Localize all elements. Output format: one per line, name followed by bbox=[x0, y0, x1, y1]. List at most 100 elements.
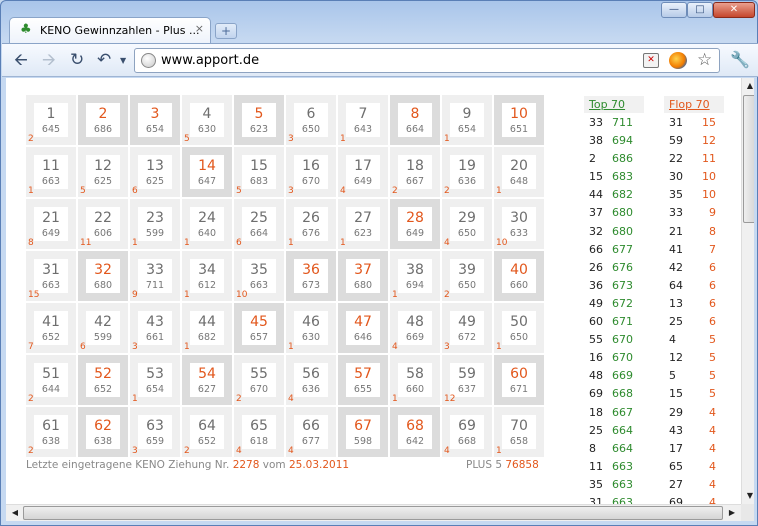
keno-cell[interactable]: 61 638 2 bbox=[26, 407, 76, 457]
keno-cell[interactable]: 64 652 2 bbox=[182, 407, 232, 457]
keno-cell[interactable]: 53 654 1 bbox=[130, 355, 180, 405]
keno-cell[interactable]: 41 652 7 bbox=[26, 303, 76, 353]
keno-cell[interactable]: 27 623 1 bbox=[338, 199, 388, 249]
extension-icon[interactable] bbox=[669, 52, 687, 69]
keno-cell[interactable]: 6 650 3 bbox=[286, 95, 336, 145]
keno-cell[interactable]: 34 612 1 bbox=[182, 251, 232, 301]
keno-cell[interactable]: 22 606 11 bbox=[78, 199, 128, 249]
keno-cell[interactable]: 7 643 1 bbox=[338, 95, 388, 145]
url-text[interactable]: www.apport.de bbox=[161, 53, 259, 68]
scroll-down-icon[interactable]: ▼ bbox=[742, 488, 754, 504]
keno-cell[interactable]: 60 671 bbox=[494, 355, 544, 405]
keno-cell[interactable]: 28 649 bbox=[390, 199, 440, 249]
cell-number: 13 bbox=[146, 158, 164, 174]
keno-cell[interactable]: 65 618 4 bbox=[234, 407, 284, 457]
keno-cell[interactable]: 38 694 1 bbox=[390, 251, 440, 301]
address-bar[interactable]: www.apport.de ✕ ☆ bbox=[134, 48, 720, 73]
keno-cell[interactable]: 16 670 3 bbox=[286, 147, 336, 197]
blocked-content-icon[interactable]: ✕ bbox=[643, 53, 659, 68]
keno-cell[interactable]: 52 652 bbox=[78, 355, 128, 405]
flop-list-title[interactable]: Flop 70 bbox=[664, 96, 724, 113]
keno-cell[interactable]: 57 655 bbox=[338, 355, 388, 405]
scroll-left-icon[interactable]: ◀ bbox=[8, 505, 22, 521]
keno-cell[interactable]: 18 667 2 bbox=[390, 147, 440, 197]
keno-cell[interactable]: 8 664 bbox=[390, 95, 440, 145]
keno-cell[interactable]: 10 651 bbox=[494, 95, 544, 145]
keno-cell[interactable]: 26 676 1 bbox=[286, 199, 336, 249]
keno-cell[interactable]: 44 682 1 bbox=[182, 303, 232, 353]
keno-cell[interactable]: 59 637 12 bbox=[442, 355, 492, 405]
keno-cell[interactable]: 3 654 bbox=[130, 95, 180, 145]
keno-cell[interactable]: 54 627 bbox=[182, 355, 232, 405]
maximize-icon[interactable]: □ bbox=[687, 2, 713, 18]
keno-cell[interactable]: 45 657 bbox=[234, 303, 284, 353]
list-number: 32 bbox=[589, 224, 603, 238]
keno-cell[interactable]: 29 650 4 bbox=[442, 199, 492, 249]
list-count: 6 bbox=[709, 315, 716, 329]
keno-cell[interactable]: 23 599 1 bbox=[130, 199, 180, 249]
keno-cell[interactable]: 49 672 3 bbox=[442, 303, 492, 353]
keno-cell[interactable]: 36 673 bbox=[286, 251, 336, 301]
keno-cell[interactable]: 37 680 bbox=[338, 251, 388, 301]
back-arrow-icon[interactable]: 🡨 bbox=[14, 51, 28, 69]
keno-cell[interactable]: 66 677 4 bbox=[286, 407, 336, 457]
keno-cell[interactable]: 69 668 4 bbox=[442, 407, 492, 457]
keno-cell[interactable]: 11 663 1 bbox=[26, 147, 76, 197]
scroll-right-icon[interactable]: ▶ bbox=[725, 505, 739, 521]
chevron-down-icon[interactable]: ▼ bbox=[120, 56, 126, 65]
keno-cell[interactable]: 13 625 6 bbox=[130, 147, 180, 197]
forward-arrow-icon[interactable]: 🡪 bbox=[42, 51, 56, 69]
keno-cell[interactable]: 12 625 5 bbox=[78, 147, 128, 197]
keno-cell[interactable]: 39 650 2 bbox=[442, 251, 492, 301]
keno-cell[interactable]: 35 663 10 bbox=[234, 251, 284, 301]
keno-cell[interactable]: 30 633 10 bbox=[494, 199, 544, 249]
keno-cell[interactable]: 17 649 4 bbox=[338, 147, 388, 197]
keno-cell[interactable]: 47 646 bbox=[338, 303, 388, 353]
keno-cell[interactable]: 9 654 1 bbox=[442, 95, 492, 145]
keno-cell[interactable]: 67 598 bbox=[338, 407, 388, 457]
keno-cell[interactable]: 33 711 9 bbox=[130, 251, 180, 301]
wrench-icon[interactable]: 🔧 bbox=[730, 50, 750, 69]
tab-close-icon[interactable]: × bbox=[195, 23, 204, 35]
new-tab-button[interactable]: + bbox=[215, 23, 237, 39]
keno-cell[interactable]: 32 680 bbox=[78, 251, 128, 301]
keno-cell[interactable]: 15 683 5 bbox=[234, 147, 284, 197]
undo-icon[interactable]: ↶ bbox=[97, 51, 111, 69]
keno-cell[interactable]: 24 640 1 bbox=[182, 199, 232, 249]
keno-cell[interactable]: 62 638 bbox=[78, 407, 128, 457]
horizontal-scrollbar[interactable]: ◀ ▶ bbox=[6, 504, 741, 521]
keno-cell[interactable]: 51 644 2 bbox=[26, 355, 76, 405]
window-close-icon[interactable]: ✕ bbox=[713, 2, 755, 18]
keno-cell[interactable]: 68 642 bbox=[390, 407, 440, 457]
keno-cell[interactable]: 43 661 3 bbox=[130, 303, 180, 353]
keno-cell[interactable]: 5 623 bbox=[234, 95, 284, 145]
keno-cell[interactable]: 42 599 6 bbox=[78, 303, 128, 353]
vertical-scroll-thumb[interactable] bbox=[743, 95, 754, 223]
keno-cell[interactable]: 31 663 15 bbox=[26, 251, 76, 301]
keno-cell[interactable]: 1 645 2 bbox=[26, 95, 76, 145]
keno-cell[interactable]: 70 658 1 bbox=[494, 407, 544, 457]
keno-cell[interactable]: 21 649 8 bbox=[26, 199, 76, 249]
keno-cell[interactable]: 63 659 3 bbox=[130, 407, 180, 457]
keno-cell[interactable]: 58 660 1 bbox=[390, 355, 440, 405]
minimize-icon[interactable]: — bbox=[661, 2, 687, 18]
keno-cell[interactable]: 2 686 bbox=[78, 95, 128, 145]
vertical-scrollbar[interactable]: ▲ ▼ bbox=[741, 78, 754, 504]
browser-tab[interactable]: ♣ KENO Gewinnzahlen - Plus ... × bbox=[9, 17, 211, 43]
keno-cell[interactable]: 14 647 bbox=[182, 147, 232, 197]
keno-cell[interactable]: 20 648 1 bbox=[494, 147, 544, 197]
keno-cell[interactable]: 4 630 5 bbox=[182, 95, 232, 145]
top-list-title[interactable]: Top 70 bbox=[584, 96, 644, 113]
keno-cell[interactable]: 40 660 bbox=[494, 251, 544, 301]
keno-cell[interactable]: 48 669 4 bbox=[390, 303, 440, 353]
bookmark-star-icon[interactable]: ☆ bbox=[697, 50, 712, 70]
reload-icon[interactable]: ↻ bbox=[70, 51, 84, 69]
keno-cell[interactable]: 55 670 2 bbox=[234, 355, 284, 405]
scroll-up-icon[interactable]: ▲ bbox=[742, 78, 754, 94]
keno-cell[interactable]: 19 636 2 bbox=[442, 147, 492, 197]
keno-cell[interactable]: 25 664 6 bbox=[234, 199, 284, 249]
keno-cell[interactable]: 56 636 4 bbox=[286, 355, 336, 405]
keno-cell[interactable]: 50 650 1 bbox=[494, 303, 544, 353]
keno-cell[interactable]: 46 630 1 bbox=[286, 303, 336, 353]
horizontal-scroll-thumb[interactable] bbox=[23, 506, 723, 520]
